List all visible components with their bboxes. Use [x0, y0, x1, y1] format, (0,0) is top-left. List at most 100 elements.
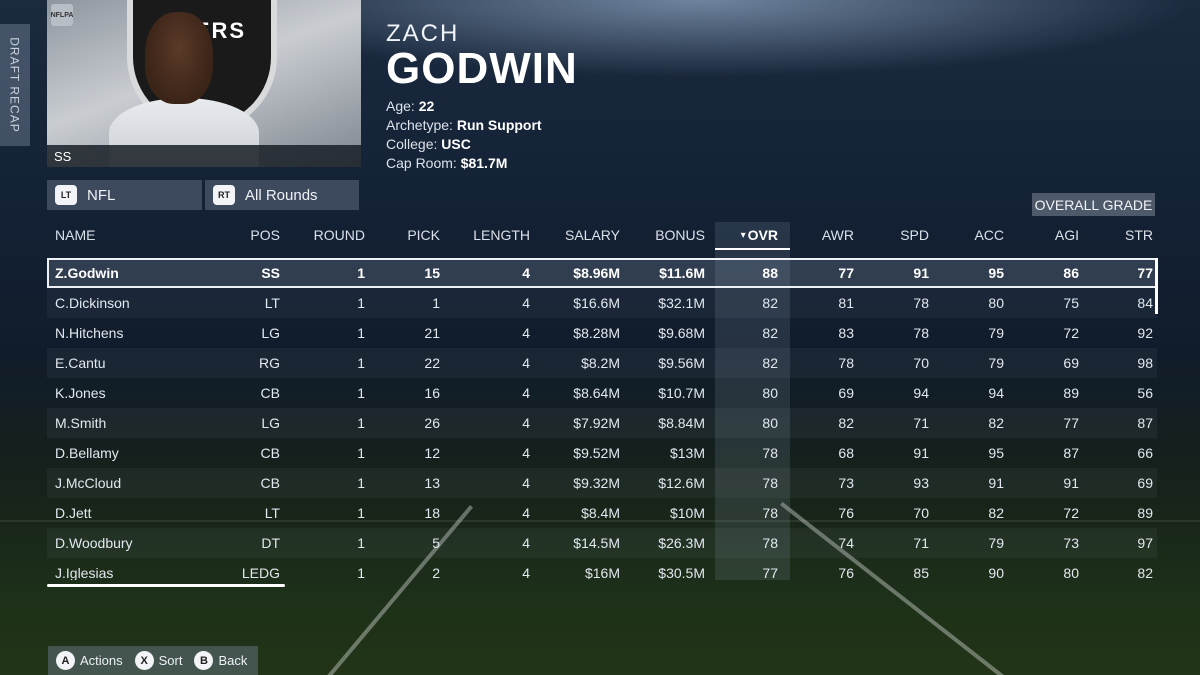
- cell-salary: $8.4M: [581, 505, 620, 521]
- draft-recap-tab[interactable]: DRAFT RECAP: [0, 24, 30, 146]
- horizontal-scrollbar[interactable]: [47, 584, 285, 587]
- table-row-selected[interactable]: Z.Godwin SS 1 15 4 $8.96M $11.6M 88 77 91 95 86 77: [47, 258, 1157, 288]
- cell-awr: 83: [838, 325, 854, 341]
- cell-bonus: $12.6M: [658, 475, 705, 491]
- cell-pos: CB: [260, 475, 280, 491]
- cell-spd: 71: [913, 415, 929, 431]
- cell-pos: LEDG: [241, 565, 280, 580]
- cell-pos: LT: [264, 505, 280, 521]
- player-last-name: GODWIN: [386, 44, 578, 93]
- portrait-position-label: SS: [54, 149, 72, 164]
- cell-round: 1: [357, 265, 365, 281]
- player-face: [145, 12, 213, 104]
- cell-name: D.Bellamy: [55, 445, 119, 461]
- player-archetype-line: Archetype: Run Support: [386, 117, 578, 133]
- cell-ovr: 80: [762, 415, 778, 431]
- back-prompt[interactable]: B Back: [194, 651, 247, 670]
- cell-awr: 74: [838, 535, 854, 551]
- table-row[interactable]: C.Dickinson LT 1 1 4 $16.6M $32.1M 82 81 78 80 75 84: [47, 288, 1157, 318]
- cell-pick: 2: [432, 565, 440, 580]
- cell-str: 84: [1137, 295, 1153, 311]
- draft-recap-tab-label: DRAFT RECAP: [8, 37, 22, 133]
- table-row[interactable]: D.Woodbury DT 1 5 4 $14.5M $26.3M 78 74 71 79 73 97: [47, 528, 1157, 558]
- cell-agi: 72: [1063, 505, 1079, 521]
- rt-button-icon: RT: [213, 185, 235, 205]
- table-row[interactable]: M.Smith LG 1 26 4 $7.92M $8.84M 80 82 71 82 77 87: [47, 408, 1157, 438]
- cell-bonus: $26.3M: [658, 535, 705, 551]
- cell-ovr: 78: [762, 475, 778, 491]
- column-header-awr[interactable]: AWR: [787, 222, 854, 248]
- overall-grade-button[interactable]: OVERALL GRADE: [1032, 193, 1155, 216]
- sort-arrow-icon: ▾: [740, 229, 746, 241]
- column-header-pick[interactable]: PICK: [367, 222, 440, 248]
- cell-agi: 87: [1063, 445, 1079, 461]
- table-row[interactable]: D.Jett LT 1 18 4 $8.4M $10M 78 76 70 82 72 89: [47, 498, 1157, 528]
- column-header-round[interactable]: ROUND: [287, 222, 365, 248]
- cell-acc: 94: [988, 385, 1004, 401]
- cell-str: 56: [1137, 385, 1153, 401]
- table-row[interactable]: K.Jones CB 1 16 4 $8.64M $10.7M 80 69 94 94 89 56: [47, 378, 1157, 408]
- cell-str: 97: [1137, 535, 1153, 551]
- column-header-ovr[interactable]: ▾ OVR: [715, 222, 778, 248]
- cell-acc: 95: [988, 265, 1004, 281]
- cell-ovr: 82: [762, 355, 778, 371]
- cell-bonus: $9.56M: [658, 355, 705, 371]
- table-row[interactable]: N.Hitchens LG 1 21 4 $8.28M $9.68M 82 83 78 79 72 92: [47, 318, 1157, 348]
- player-cap-line: Cap Room: $81.7M: [386, 155, 578, 171]
- column-header-length[interactable]: LENGTH: [447, 222, 530, 248]
- age-value: 22: [418, 98, 435, 114]
- cell-salary: $8.96M: [573, 265, 620, 281]
- table-row[interactable]: E.Cantu RG 1 22 4 $8.2M $9.56M 82 78 70 79 69 98: [47, 348, 1157, 378]
- player-info: ZACH GODWIN Age: 22 Archetype: Run Suppo…: [386, 20, 578, 171]
- cell-pos: RG: [259, 355, 280, 371]
- column-header-name[interactable]: NAME: [55, 222, 205, 248]
- cell-name: Z.Godwin: [55, 265, 119, 281]
- column-header-bonus[interactable]: BONUS: [627, 222, 705, 248]
- cell-salary: $8.28M: [573, 325, 620, 341]
- cell-str: 92: [1137, 325, 1153, 341]
- cell-awr: 78: [838, 355, 854, 371]
- a-button-icon: A: [56, 651, 75, 670]
- cell-ovr: 78: [762, 505, 778, 521]
- cell-pos: LG: [261, 325, 280, 341]
- cell-salary: $8.2M: [581, 355, 620, 371]
- cell-pos: LT: [264, 295, 280, 311]
- b-button-icon: B: [194, 651, 214, 670]
- sort-prompt[interactable]: X Sort: [134, 651, 182, 670]
- cell-length: 4: [522, 475, 530, 491]
- column-header-str[interactable]: STR: [1087, 222, 1153, 248]
- cell-ovr: 80: [762, 385, 778, 401]
- lt-button-icon: LT: [55, 185, 77, 205]
- player-college-line: College: USC: [386, 136, 578, 152]
- league-filter-label: NFL: [87, 186, 116, 204]
- vertical-scrollbar[interactable]: [1155, 258, 1158, 314]
- cell-agi: 86: [1063, 265, 1079, 281]
- cell-pos: CB: [260, 385, 280, 401]
- cell-agi: 73: [1063, 535, 1079, 551]
- column-header-spd[interactable]: SPD: [862, 222, 929, 248]
- cell-bonus: $10M: [669, 505, 705, 521]
- table-row[interactable]: J.Iglesias LEDG 1 2 4 $16M $30.5M 77 76 85 90 80 82: [47, 558, 1157, 580]
- column-header-agi[interactable]: AGI: [1012, 222, 1079, 248]
- column-header-pos[interactable]: POS: [207, 222, 280, 248]
- cell-round: 1: [357, 295, 365, 311]
- column-header-acc[interactable]: ACC: [937, 222, 1004, 248]
- cell-round: 1: [357, 325, 365, 341]
- cell-awr: 82: [838, 415, 854, 431]
- actions-prompt[interactable]: A Actions: [56, 651, 123, 670]
- column-header-salary[interactable]: SALARY: [537, 222, 620, 248]
- table-row[interactable]: J.McCloud CB 1 13 4 $9.32M $12.6M 78 73 93 91 91 69: [47, 468, 1157, 498]
- cell-bonus: $11.6M: [659, 265, 705, 281]
- cell-bonus: $8.84M: [658, 415, 705, 431]
- cell-round: 1: [357, 505, 365, 521]
- cell-salary: $9.52M: [573, 445, 620, 461]
- cell-spd: 93: [913, 475, 929, 491]
- league-filter[interactable]: LT NFL: [47, 180, 202, 210]
- cell-length: 4: [522, 325, 530, 341]
- cell-spd: 78: [913, 295, 929, 311]
- rounds-filter[interactable]: RT All Rounds: [205, 180, 359, 210]
- cell-ovr: 82: [762, 325, 778, 341]
- table-row[interactable]: D.Bellamy CB 1 12 4 $9.52M $13M 78 68 91 95 87 66: [47, 438, 1157, 468]
- cell-name: E.Cantu: [55, 355, 106, 371]
- cell-pick: 18: [424, 505, 440, 521]
